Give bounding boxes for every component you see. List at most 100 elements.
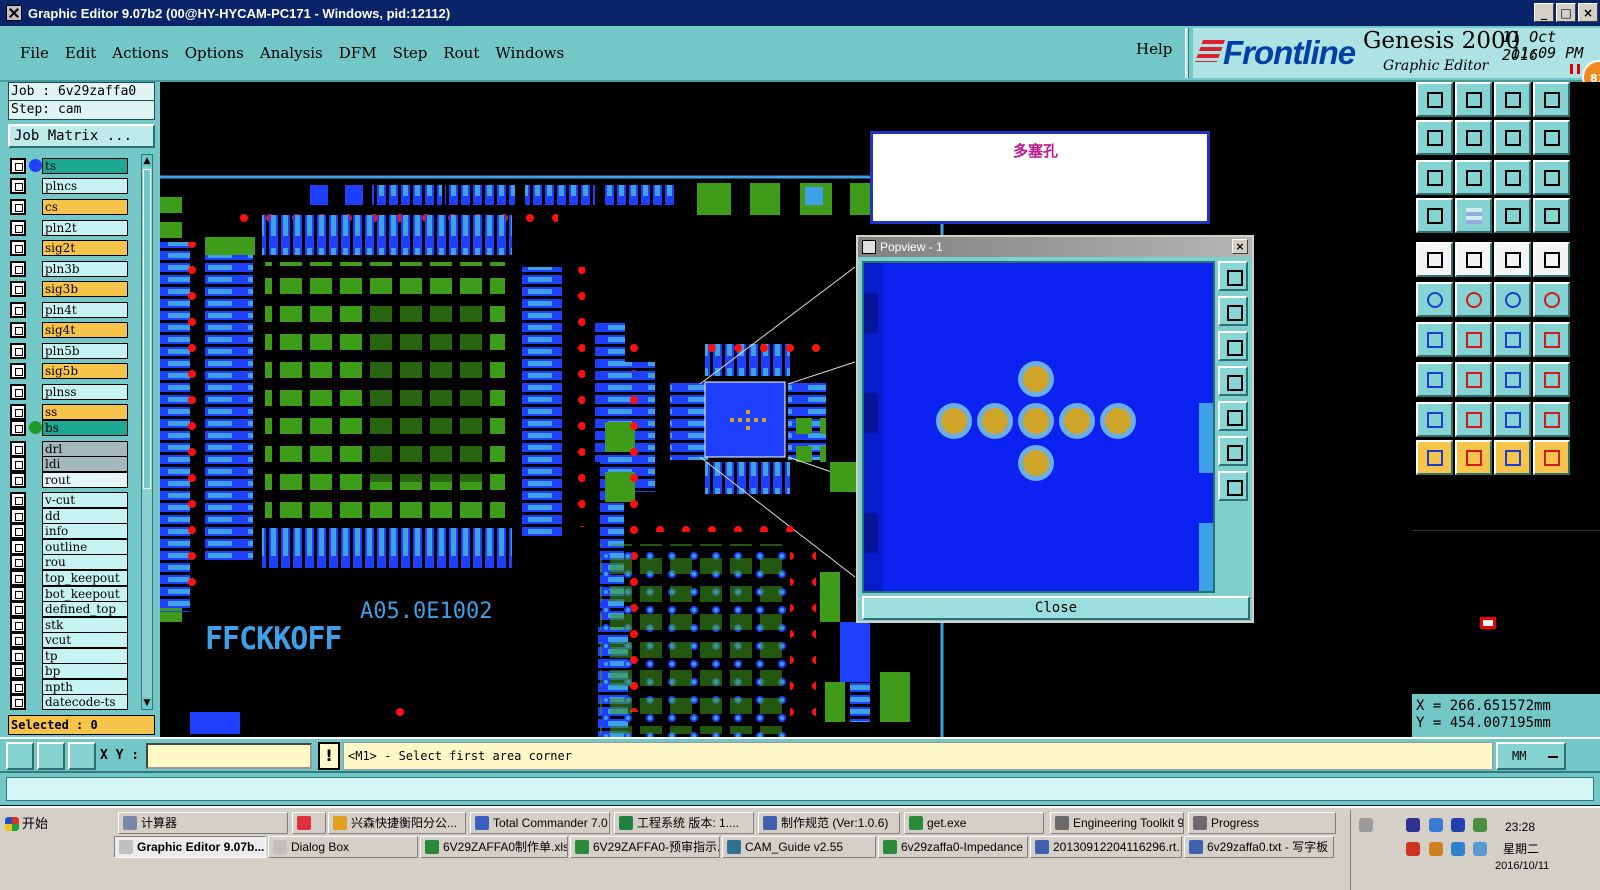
layer-name[interactable]: rou — [42, 554, 128, 570]
layer-checkbox[interactable] — [10, 420, 26, 436]
mini-map[interactable] — [1412, 530, 1600, 690]
net-icon[interactable] — [1494, 198, 1531, 233]
layer-name[interactable]: v-cut — [42, 492, 128, 508]
popview-zoom-in-icon[interactable] — [1218, 296, 1248, 326]
layer-checkbox[interactable] — [10, 158, 26, 174]
layer-row[interactable]: stk — [10, 617, 128, 633]
exclamation-button[interactable]: ! — [318, 742, 340, 770]
layer-name[interactable]: bp — [42, 663, 128, 679]
popview-close-button[interactable]: Close — [862, 596, 1250, 620]
taskbar-item[interactable]: Dialog Box — [268, 836, 418, 858]
rotate-icon[interactable] — [1494, 322, 1531, 357]
layer-name[interactable]: sig3b — [42, 281, 128, 297]
layer-checkbox[interactable] — [10, 554, 26, 570]
taskbar-item[interactable]: get.exe — [904, 812, 1044, 834]
layer-row[interactable]: tp — [10, 648, 128, 664]
xy-input[interactable] — [146, 743, 312, 769]
close-window-button[interactable]: × — [1578, 3, 1598, 22]
layer-checkbox[interactable] — [10, 441, 26, 457]
brush-icon[interactable] — [1416, 198, 1453, 233]
layer-name[interactable]: rout — [42, 472, 128, 488]
popview-pan-right-icon[interactable] — [1218, 401, 1248, 431]
minimize-button[interactable]: _ — [1534, 3, 1554, 22]
ratio-icon[interactable] — [1494, 160, 1531, 195]
taskbar-item[interactable]: 制作规范 (Ver:1.0.6) — [758, 812, 900, 834]
align-icon[interactable] — [1494, 362, 1531, 397]
layer-checkbox[interactable] — [10, 679, 26, 695]
layer-name[interactable]: defined_top — [42, 601, 128, 617]
flip-icon[interactable] — [1494, 120, 1531, 155]
draw-line-icon[interactable] — [1416, 322, 1453, 357]
layer-row[interactable]: pln4t — [10, 302, 128, 318]
menu-rout[interactable]: Rout — [435, 44, 487, 62]
help-icon[interactable] — [1533, 160, 1570, 195]
copy-icon[interactable] — [1533, 362, 1570, 397]
layer-checkbox[interactable] — [10, 178, 26, 194]
scroll-down-icon[interactable]: ▼ — [142, 697, 152, 709]
layer-name[interactable]: pln2t — [42, 220, 128, 236]
layer-name[interactable]: ldi — [42, 456, 128, 472]
taskbar-item[interactable]: Progress — [1188, 812, 1336, 834]
taskbar-item[interactable]: 工程系统 版本: 1.... — [614, 812, 754, 834]
layer-checkbox[interactable] — [10, 456, 26, 472]
layer-name[interactable]: cs — [42, 199, 128, 215]
pointer-icon[interactable] — [1416, 440, 1453, 475]
taskbar-item[interactable]: Engineering Toolkit 9.... — [1050, 812, 1184, 834]
triangle-alt-icon[interactable] — [1533, 402, 1570, 437]
menu-analysis[interactable]: Analysis — [252, 44, 331, 62]
layer-name[interactable]: outline — [42, 539, 128, 555]
menu-file[interactable]: File — [12, 44, 57, 62]
fit-icon[interactable] — [1416, 160, 1453, 195]
layer-checkbox[interactable] — [10, 523, 26, 539]
layer-name[interactable]: plnss — [42, 384, 128, 400]
menu-windows[interactable]: Windows — [487, 44, 572, 62]
connect-icon[interactable] — [1533, 198, 1570, 233]
layer-checkbox[interactable] — [10, 281, 26, 297]
layer-row[interactable]: sig3b — [10, 281, 128, 297]
layer-checkbox[interactable] — [10, 384, 26, 400]
layer-row[interactable]: info — [10, 523, 128, 539]
taskbar-item[interactable]: 6v29zaffa0.txt - 写字板 — [1184, 836, 1334, 858]
layer-name[interactable]: pln4t — [42, 302, 128, 318]
layer-name[interactable]: bs — [42, 420, 128, 436]
popview-pan-left-icon[interactable] — [1218, 366, 1248, 396]
layer-name[interactable]: tp — [42, 648, 128, 664]
layer-name[interactable]: plncs — [42, 178, 128, 194]
popview-fit-icon[interactable] — [1218, 436, 1248, 466]
layer-name[interactable]: stk — [42, 617, 128, 633]
tray-flag-icon[interactable] — [1451, 842, 1465, 856]
scroll-up-icon[interactable]: ▲ — [142, 155, 152, 167]
layer-name[interactable]: datecode-ts — [42, 694, 128, 710]
layer-checkbox[interactable] — [10, 648, 26, 664]
layer-name[interactable]: pln5b — [42, 343, 128, 359]
popview-home-icon[interactable] — [1218, 471, 1248, 501]
layer-row[interactable]: drl — [10, 441, 128, 457]
layer-checkbox[interactable] — [10, 199, 26, 215]
pan-left-icon[interactable] — [1416, 120, 1453, 155]
popview-canvas[interactable] — [862, 261, 1215, 593]
menu-options[interactable]: Options — [177, 44, 252, 62]
page-icon[interactable] — [1533, 82, 1570, 117]
layer-checkbox[interactable] — [10, 363, 26, 379]
snap-node-icon[interactable] — [1416, 282, 1453, 317]
taskbar-item[interactable]: 6v29zaffa0-Impedance ... — [878, 836, 1028, 858]
zoom-out-icon[interactable] — [1455, 82, 1492, 117]
units-dropdown[interactable]: MM — [1496, 742, 1566, 770]
pan-right-icon[interactable] — [1455, 120, 1492, 155]
popview-zoom-window-icon[interactable] — [1218, 261, 1248, 291]
layer-row[interactable]: v-cut — [10, 492, 128, 508]
layer-checkbox[interactable] — [10, 508, 26, 524]
layer-checkbox[interactable] — [10, 492, 26, 508]
move-icon[interactable] — [1416, 362, 1453, 397]
measure-icon[interactable] — [37, 742, 65, 770]
layer-checkbox[interactable] — [10, 601, 26, 617]
layer-name[interactable]: sig2t — [42, 240, 128, 256]
popview-zoom-out-icon[interactable] — [1218, 331, 1248, 361]
job-matrix-button[interactable]: Job Matrix ... — [8, 124, 155, 148]
layer-checkbox[interactable] — [10, 220, 26, 236]
taskbar-item[interactable]: Total Commander 7.0 ... — [470, 812, 610, 834]
swap-icon[interactable] — [1533, 120, 1570, 155]
cut-icon[interactable] — [1455, 362, 1492, 397]
parallel-icon[interactable] — [1533, 322, 1570, 357]
layer-row[interactable]: pln3b — [10, 261, 128, 277]
